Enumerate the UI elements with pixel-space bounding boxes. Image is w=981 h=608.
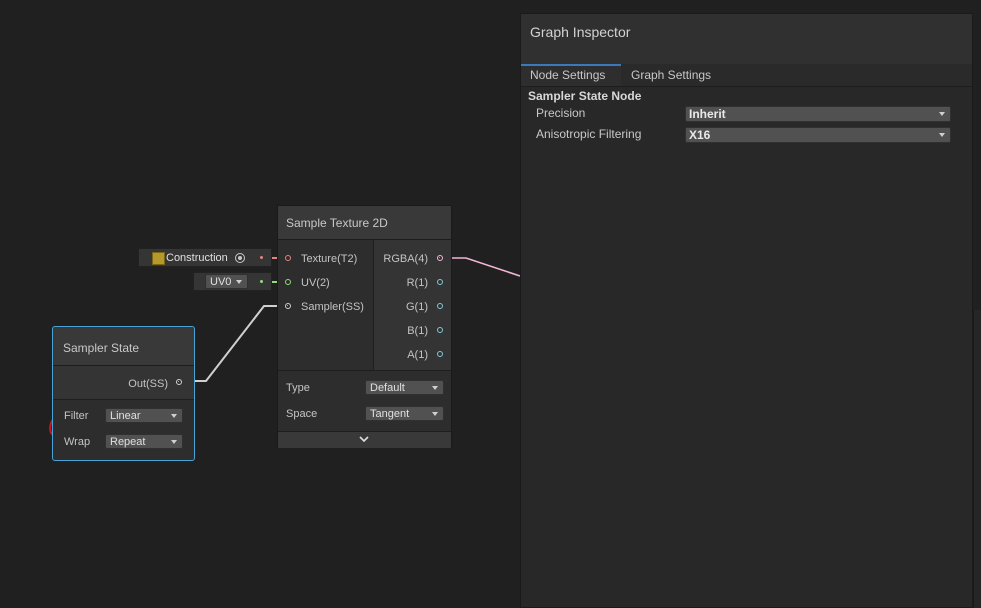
b-output-port-icon[interactable] [437,327,443,333]
sampler-input-label: Sampler(SS) [301,301,364,313]
texture-input-node[interactable]: Construction [138,248,272,267]
sampler-output-area [53,366,194,399]
tab-node-settings-label: Node Settings [530,68,606,82]
uv-input-node[interactable]: UV0 [193,272,272,291]
b-output-label: B(1) [407,325,428,337]
chevron-down-icon [171,414,177,418]
graph-inspector-panel[interactable]: Graph Inspector Node Settings Graph Sett… [520,13,973,608]
texture-input-label: Construction [166,252,228,264]
uv-input-label: UV(2) [301,277,330,289]
tab-graph-settings-label: Graph Settings [631,68,712,82]
uv-input-port-icon[interactable] [285,279,291,285]
rgba-output-port-icon[interactable] [437,255,443,261]
sampler-state-title: Sampler State [63,341,140,355]
tab-graph-settings[interactable]: Graph Settings [621,64,731,86]
inspector-tab-bar: Node Settings Graph Settings [521,64,972,87]
chevron-down-icon [171,440,177,444]
chevron-down-icon [432,412,438,416]
section-title: Sampler State Node [528,89,642,103]
sample-texture-2d-title: Sample Texture 2D [286,216,388,230]
sample-texture-2d-title-bar[interactable]: Sample Texture 2D [278,206,451,240]
precision-dropdown-value: Inherit [689,107,726,121]
space-dropdown-value: Tangent [370,408,410,420]
g-output-port-icon[interactable] [437,303,443,309]
r-output-label: R(1) [406,277,428,289]
wrap-setting-label: Wrap [64,436,91,448]
g-output-label: G(1) [406,301,428,313]
anisotropic-filtering-dropdown[interactable]: X16 [685,127,951,143]
wrap-dropdown[interactable]: Repeat [105,434,183,449]
sampler-output-label: Out(SS) [128,378,168,390]
texture-input-port-icon[interactable] [285,255,291,261]
chevron-down-icon [432,386,438,390]
chevron-down-icon [939,133,945,137]
a-output-label: A(1) [407,349,428,361]
type-setting-label: Type [286,382,310,394]
uv-channel-dropdown[interactable]: UV0 [205,274,248,289]
texture-input-label: Texture(T2) [301,253,358,265]
a-output-port-icon[interactable] [437,351,443,357]
node-settings-divider [278,370,451,371]
sampler-state-node[interactable]: Sampler State Out(SS) Filter Linear Wrap… [52,326,195,461]
sampler-state-title-bar[interactable]: Sampler State [53,327,194,366]
anisotropic-filtering-value: X16 [689,128,711,142]
filter-setting-label: Filter [64,410,89,422]
anisotropic-filtering-label: Anisotropic Filtering [536,127,642,141]
type-dropdown[interactable]: Default [365,380,444,395]
filter-dropdown-value: Linear [110,410,141,422]
sampler-wire [184,305,285,382]
sampler-settings-divider [53,399,194,400]
chevron-down-icon [939,112,945,116]
wrap-dropdown-value: Repeat [110,436,146,448]
tab-node-settings[interactable]: Node Settings [521,64,621,86]
uv-channel-value: UV0 [210,276,232,288]
precision-label: Precision [536,106,586,120]
rgba-wire [443,257,521,277]
space-dropdown[interactable]: Tangent [365,406,444,421]
rgba-output-label: RGBA(4) [383,253,428,265]
sampler-input-port-icon[interactable] [285,303,291,309]
precision-dropdown[interactable]: Inherit [685,106,951,122]
filter-dropdown[interactable]: Linear [105,408,183,423]
collapse-bar[interactable] [278,431,451,448]
texture-input-port-icon[interactable] [260,256,263,259]
chevron-down-icon [236,280,242,284]
sample-texture-2d-node[interactable]: Sample Texture 2D Texture(T2) UV(2) Samp… [277,205,452,448]
uv-input-port-icon[interactable] [260,280,263,283]
inspector-header[interactable]: Graph Inspector [521,14,972,65]
sampler-output-port-icon[interactable] [176,379,182,385]
r-output-port-icon[interactable] [437,279,443,285]
inspector-title: Graph Inspector [530,24,631,40]
space-setting-label: Space [286,408,318,420]
type-dropdown-value: Default [370,382,405,394]
background-panel-edge [973,310,981,608]
object-picker-icon[interactable] [235,253,245,263]
texture-thumbnail-icon [152,252,165,265]
chevron-down-icon [359,436,369,443]
